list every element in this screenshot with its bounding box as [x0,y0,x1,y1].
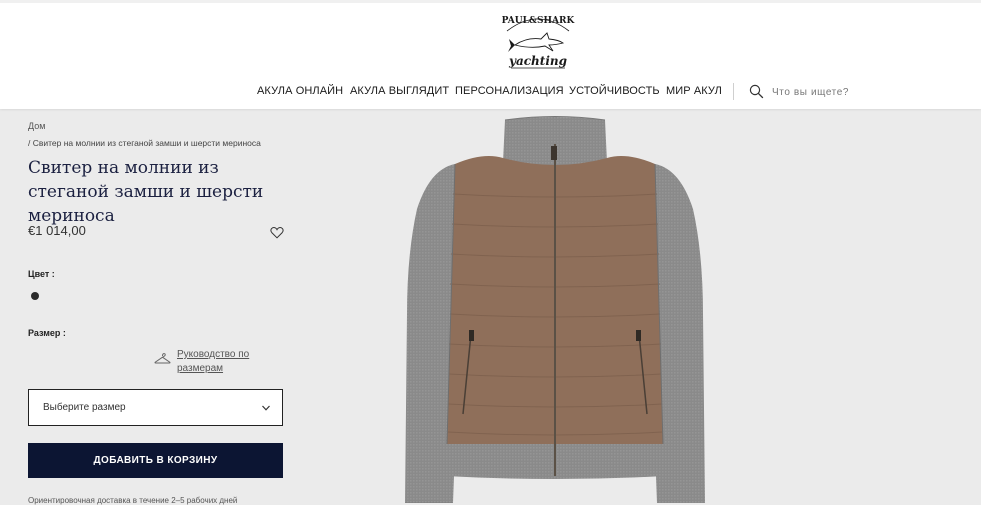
site-header: PAUL&SHARK yachting АКУЛА ОНЛАЙН АКУЛА В… [0,0,981,109]
color-label: Цвет : [28,269,55,279]
nav-item-sustainability[interactable]: УСТОЙЧИВОСТЬ [569,85,660,97]
nav-divider [733,83,734,100]
heart-icon[interactable] [270,226,284,239]
delivery-note: Ориентировочная доставка в течение 2–5 р… [28,496,238,505]
search-icon[interactable] [749,84,764,99]
brand-logo[interactable]: PAUL&SHARK yachting [497,9,579,73]
nav-item-personalization[interactable]: ПЕРСОНАЛИЗАЦИЯ [455,85,564,97]
size-label: Размер : [28,328,66,338]
product-image[interactable] [395,114,715,503]
size-select-value: Выберите размер [43,402,126,413]
search-input[interactable] [772,84,892,100]
add-to-cart-button[interactable]: ДОБАВИТЬ В КОРЗИНУ [28,443,283,478]
breadcrumb-current: / Свитер на молнии из стеганой замши и ш… [28,138,261,148]
product-title: Свитер на молнии из стеганой замши и шер… [28,158,264,226]
size-select[interactable]: Выберите размер [28,389,283,426]
nav-item-shark-online[interactable]: АКУЛА ОНЛАЙН [257,85,343,97]
svg-text:yachting: yachting [508,54,567,68]
product-price: €1 014,00 [28,223,86,238]
breadcrumb-home[interactable]: Дом [28,121,45,131]
chevron-down-icon [262,405,270,411]
nav-item-shark-world[interactable]: МИР АКУЛ [666,85,722,97]
size-guide-label[interactable]: Руководство по размерам [177,348,277,376]
svg-text:PAUL&SHARK: PAUL&SHARK [502,16,576,26]
hanger-icon [154,353,171,364]
nav-item-shark-looks[interactable]: АКУЛА ВЫГЛЯДИТ [350,85,449,97]
size-guide-link[interactable]: Руководство по размерам [154,348,274,376]
color-swatch-dark[interactable] [31,292,39,300]
